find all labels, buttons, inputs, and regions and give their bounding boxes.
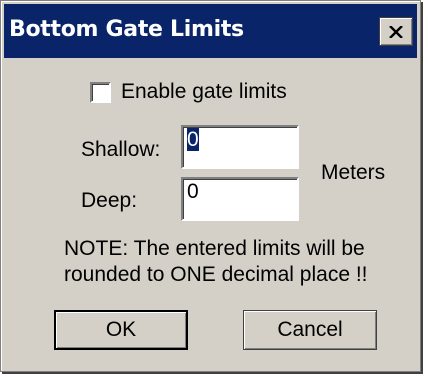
deep-label: Deep: [81, 189, 138, 212]
cancel-button[interactable]: Cancel [243, 310, 377, 350]
note-line-1: NOTE: The entered limits will be [64, 237, 365, 260]
dialog-window: Bottom Gate Limits Enable gate limits Sh… [0, 0, 421, 372]
dialog-body: Enable gate limits Shallow: 0 Meters Dee… [1, 58, 420, 371]
close-icon [389, 25, 403, 38]
enable-gate-limits-row: Enable gate limits [90, 80, 287, 104]
meters-unit-label: Meters [321, 161, 386, 184]
note-line-2: rounded to ONE decimal place !! [64, 263, 368, 286]
ok-button[interactable]: OK [54, 310, 188, 350]
enable-gate-limits-checkbox[interactable] [90, 81, 111, 103]
dialog-title: Bottom Gate Limits [9, 17, 244, 42]
rounding-note: NOTE: The entered limits will be rounded… [64, 236, 368, 288]
deep-input[interactable]: 0 [181, 177, 299, 221]
deep-value: 0 [187, 180, 199, 203]
shallow-value: 0 [187, 128, 199, 151]
shallow-label: Shallow: [81, 138, 161, 161]
shallow-input[interactable]: 0 [181, 125, 299, 169]
enable-gate-limits-label[interactable]: Enable gate limits [121, 80, 287, 104]
title-bar[interactable]: Bottom Gate Limits [4, 4, 417, 58]
close-button[interactable] [379, 17, 413, 46]
